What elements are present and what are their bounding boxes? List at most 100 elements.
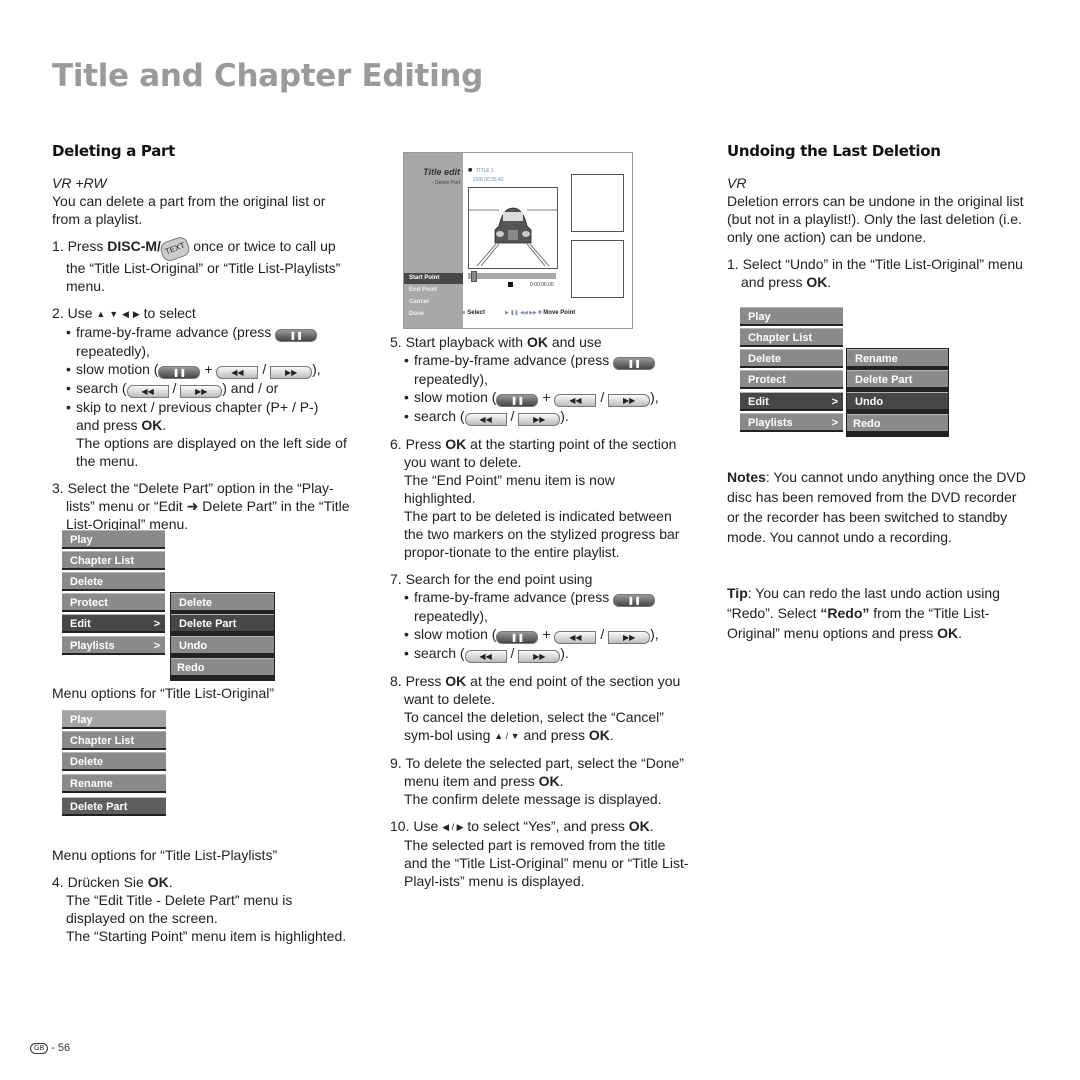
arrow-up-down-icon: ▲ / ▼ [494, 731, 520, 741]
option-cancel[interactable]: Cancel [404, 297, 463, 308]
menu-item-play[interactable]: Play [740, 307, 843, 326]
submenu-item-redo[interactable]: Redo [171, 658, 274, 677]
clapperboard-icon: ■ [468, 167, 473, 174]
select-dot-icon: ● [462, 310, 466, 316]
rewind-button-icon: ◀◀ [554, 631, 597, 644]
pause-button-icon: ❚❚ [496, 631, 539, 644]
page-footer: GB - 56 [30, 1042, 70, 1054]
submenu-item-delete[interactable]: Delete [171, 593, 274, 612]
clip-title: TITLE 1 [476, 168, 494, 174]
menu-item-edit[interactable]: Edit > [62, 614, 165, 633]
step-10: 10. Use ◀ / ▶ to select “Yes”, and press… [390, 818, 689, 889]
pause-button-icon: ❚❚ [613, 594, 656, 607]
menu-item-edit[interactable]: Edit > [740, 392, 843, 411]
title-edit-screen: Title edit - Delete Part Start Point End… [403, 152, 633, 329]
menu-item-delete-part[interactable]: Delete Part [62, 797, 166, 816]
menu1-caption: Menu options for “Title List-Original” [52, 685, 275, 701]
end-thumbnail [571, 240, 624, 298]
middle-column-text: 5. Start playback with OK and use frame-… [390, 333, 690, 890]
arrow-right-icon: ▶ [132, 309, 140, 319]
chevron-right-icon: > [831, 396, 838, 408]
edit-submenu: Delete Delete Part Undo Redo [170, 592, 275, 681]
hint-select: ● Select [462, 310, 485, 316]
playback-controls-icon: ▶ ❚❚ ◀◀ ▶▶ [505, 310, 537, 316]
option-start-point[interactable]: Start Point [404, 273, 463, 284]
section-heading-undoing: Undoing the Last Deletion [727, 142, 941, 160]
intro-text: You can delete a part from the original … [52, 193, 326, 227]
video-preview [468, 187, 558, 269]
step-3: 3. Select the “Delete Part” option in th… [52, 480, 350, 532]
page-number: 56 [57, 1042, 71, 1054]
menu-item-chapter-list[interactable]: Chapter List [740, 328, 843, 347]
submenu-item-redo[interactable]: Redo [847, 414, 948, 433]
menu-item-rename[interactable]: Rename [62, 774, 166, 793]
rewind-button-icon: ◀◀ [554, 394, 597, 407]
pause-button-icon: ❚❚ [158, 366, 201, 379]
country-badge: GB [30, 1043, 49, 1054]
section-heading-deleting-part: Deleting a Part [52, 142, 176, 160]
mode-label: VR [727, 175, 747, 191]
step-8: 8. Press OK at the end point of the sect… [390, 673, 681, 743]
step-2: 2. Use ▲ ▼ ◀ ▶ to select frame-by-frame … [52, 304, 352, 470]
arrow-down-icon: ▼ [109, 309, 119, 319]
submenu-item-delete-part[interactable]: Delete Part [171, 614, 274, 633]
menu-item-chapter-list[interactable]: Chapter List [62, 731, 166, 750]
arrow-left-icon: ◀ [122, 309, 129, 319]
menu-item-delete[interactable]: Delete [62, 572, 165, 591]
start-thumbnail [571, 174, 624, 232]
tip-text: Tip: You can redo the last undo action u… [727, 585, 1000, 641]
hint-move-point: ■ Move Point [538, 310, 576, 316]
menu-item-play[interactable]: Play [62, 710, 166, 729]
fast-forward-button-icon: ▶▶ [608, 631, 651, 644]
car-illustration [469, 207, 557, 267]
title-list-original-menu: Play Chapter List Delete Protect Edit > P… [62, 530, 275, 681]
menu2-caption: Menu options for “Title List-Playlists” [52, 847, 278, 863]
rewind-button-icon: ◀◀ [126, 385, 169, 398]
menu-item-protect[interactable]: Protect [740, 370, 843, 389]
title-list-playlists-menu: Play Chapter List Delete Rename Delete P… [62, 710, 167, 820]
right-column-text: VR Deletion errors can be undone in the … [727, 174, 1027, 291]
menu-item-playlists[interactable]: Playlists > [62, 636, 165, 655]
step-4: 4. Drücken Sie OK. The “Edit Title - Del… [52, 874, 347, 944]
menu-item-delete[interactable]: Delete [62, 752, 166, 771]
step-7: 7. Search for the end point using frame-… [390, 570, 690, 663]
pause-button-icon: ❚❚ [275, 329, 318, 342]
screen-sidebar: Title edit - Delete Part Start Point End… [404, 153, 463, 328]
step-5: 5. Start playback with OK and use frame-… [390, 333, 690, 426]
submenu-item-rename[interactable]: Rename [847, 349, 948, 368]
menu-item-protect[interactable]: Protect [62, 593, 165, 612]
option-end-point[interactable]: End Point [404, 285, 463, 296]
screen-subtitle: - Delete Part [431, 180, 460, 186]
pause-button-icon: ❚❚ [613, 357, 656, 370]
rewind-button-icon: ◀◀ [464, 413, 507, 426]
fast-forward-button-icon: ▶▶ [518, 650, 561, 663]
screen-title: Title edit [423, 167, 460, 177]
start-marker[interactable] [470, 271, 477, 282]
progress-bar [468, 271, 556, 282]
submenu-item-undo[interactable]: Undo [847, 392, 948, 411]
fast-forward-button-icon: ▶▶ [608, 394, 651, 407]
text-key-icon: TEXT [158, 234, 192, 264]
step-9: 9. To delete the selected part, select t… [390, 755, 684, 807]
fast-forward-button-icon: ▶▶ [270, 366, 313, 379]
rewind-button-icon: ◀◀ [464, 650, 507, 663]
step-6: 6. Press OK at the starting point of the… [390, 436, 680, 560]
clip-date: 20/8 00:35:42 [473, 177, 504, 183]
notes-text: Notes: You cannot undo anything once the… [727, 469, 1026, 545]
chevron-right-icon: > [153, 640, 160, 652]
submenu-item-undo[interactable]: Undo [171, 636, 274, 655]
arrow-up-icon: ▲ [96, 309, 106, 319]
menu-item-playlists[interactable]: Playlists > [740, 413, 843, 432]
fast-forward-button-icon: ▶▶ [180, 385, 223, 398]
chevron-right-icon: > [831, 417, 838, 429]
menu-item-chapter-list[interactable]: Chapter List [62, 551, 165, 570]
menu-item-play[interactable]: Play [62, 530, 165, 549]
step-1: 1. Select “Undo” in the “Title List-Orig… [727, 256, 1023, 290]
move-point-icon: ■ [538, 310, 542, 316]
option-done[interactable]: Done [404, 309, 463, 320]
undo-menu: Play Chapter List Delete Protect Edit > P… [740, 307, 949, 437]
fast-forward-button-icon: ▶▶ [518, 413, 561, 426]
edit-submenu: Rename Delete Part Undo Redo [846, 348, 949, 437]
submenu-item-delete-part[interactable]: Delete Part [847, 370, 948, 389]
menu-item-delete[interactable]: Delete [740, 349, 843, 368]
